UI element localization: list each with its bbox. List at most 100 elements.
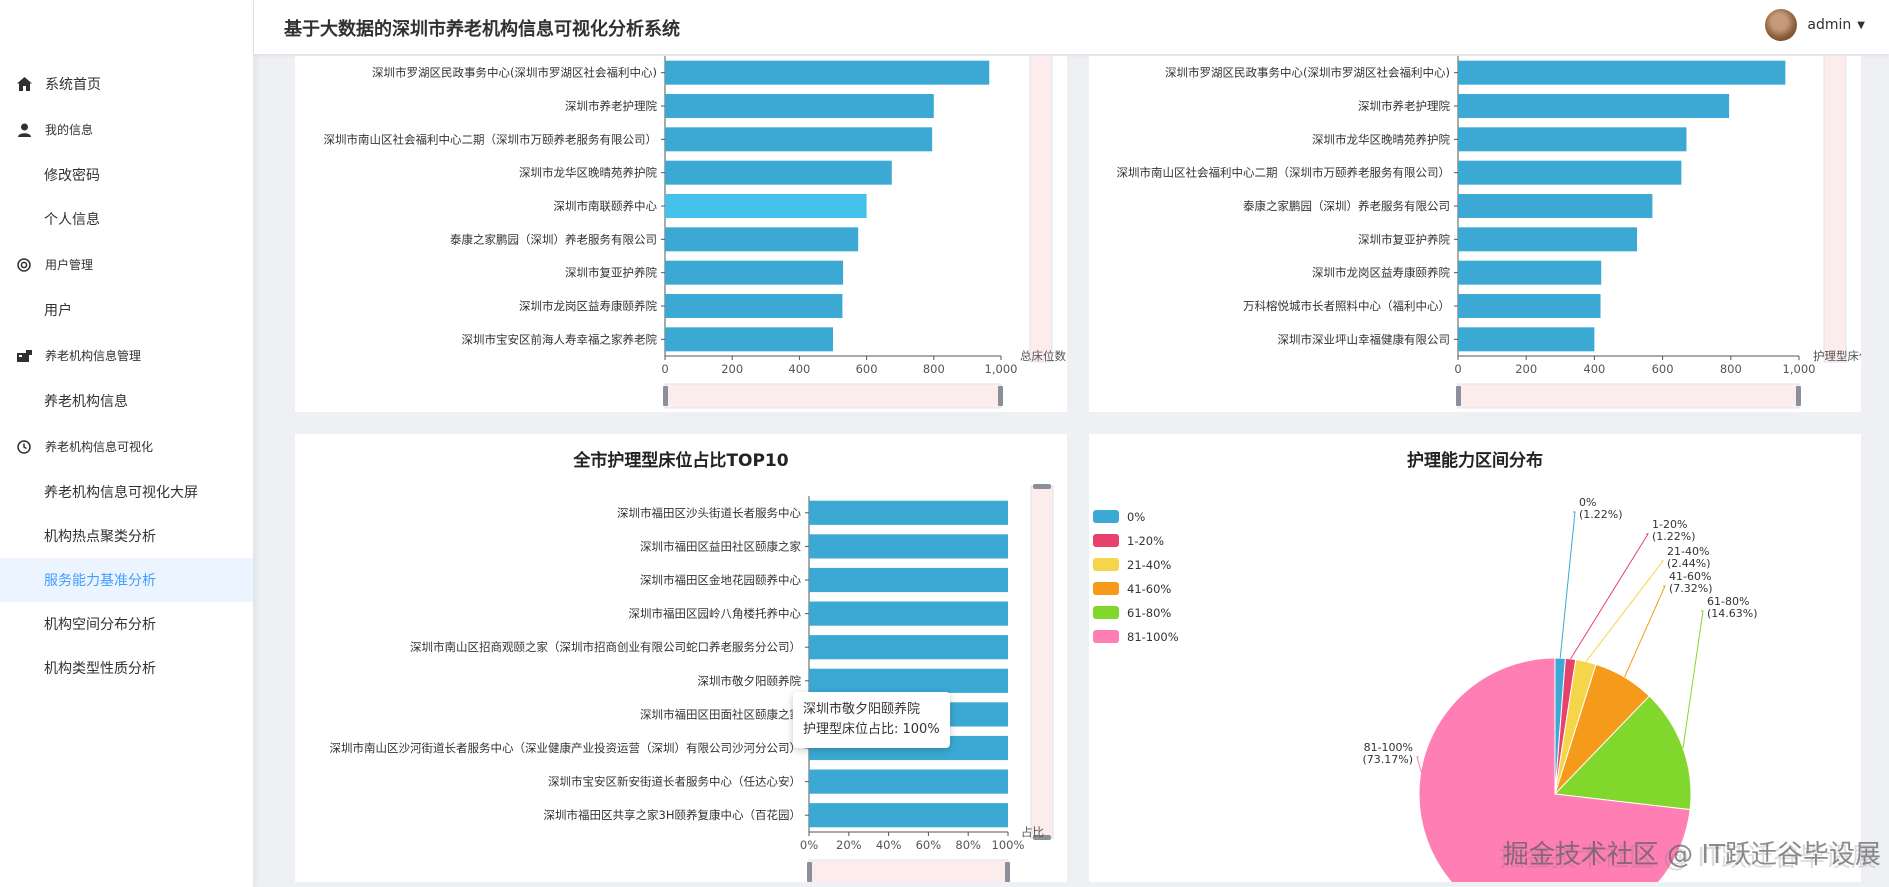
category-label-8: 深圳市宝安区新安街道长者服务中心（任达心安） [548, 775, 801, 789]
category-label-3: 深圳市龙华区晚晴苑养护院 [519, 166, 657, 180]
bar-7[interactable] [1458, 294, 1601, 318]
category-label-5: 泰康之家鹏园（深圳）养老服务有限公司 [450, 232, 657, 246]
category-label-6: 深圳市福田区田面社区颐康之家 [640, 707, 801, 721]
menu-group-briefcase-6[interactable]: 养老机构信息管理 [0, 332, 253, 379]
category-label-5: 深圳市敬夕阳颐养院 [698, 674, 802, 688]
category-label-7: 万科榕悦城市长者照料中心（福利中心） [1243, 299, 1450, 313]
top-header: 基于大数据的深圳市养老机构信息可视化分析系统 admin ▼ [254, 0, 1889, 54]
pie-label-pct-2: (2.44%) [1667, 557, 1711, 570]
user-menu[interactable]: admin ▼ [1765, 9, 1865, 41]
horizontal-zoom-handle-left[interactable] [663, 386, 668, 406]
category-label-6: 深圳市龙岗区益寿康颐养院 [1312, 266, 1450, 280]
menu-item-10[interactable]: 机构热点聚类分析 [0, 514, 253, 558]
bar-1[interactable] [809, 534, 1008, 559]
legend-swatch-0[interactable] [1093, 510, 1119, 523]
horizontal-zoom-handle-right[interactable] [1796, 386, 1801, 406]
bar-1[interactable] [665, 94, 934, 118]
horizontal-zoom-track [664, 383, 1002, 409]
horizontal-zoom-handle-left[interactable] [807, 862, 812, 882]
bar-8[interactable] [665, 327, 833, 352]
category-label-1: 深圳市养老护理院 [565, 99, 657, 113]
bar-8[interactable] [1458, 327, 1595, 352]
avatar[interactable] [1765, 9, 1798, 41]
total-beds-bar-chart: 深圳市罗湖区民政事务中心(深圳市罗湖区社会福利中心) 深圳市养老护理院深圳市南山区… [324, 56, 1066, 409]
bar-6[interactable] [665, 260, 844, 285]
pie-label-pct-1: (1.22%) [1652, 530, 1696, 543]
menu-group-user-1[interactable]: 我的信息 [0, 106, 253, 153]
category-label-8: 深圳市深业坪山幸福健康有限公司 [1278, 332, 1451, 346]
bar-0[interactable] [665, 60, 990, 85]
menu-label: 我的信息 [45, 123, 94, 137]
menu-item-9[interactable]: 养老机构信息可视化大屏 [0, 470, 253, 514]
menu-group-circle-4[interactable]: 用户管理 [0, 241, 253, 288]
bar-2[interactable] [809, 567, 1008, 593]
menu-item-2[interactable]: 修改密码 [0, 153, 253, 197]
x-tick-label-2: 40% [876, 838, 902, 852]
x-tick-label-3: 600 [1652, 362, 1674, 376]
pie-label-pct-3: (7.32%) [1669, 582, 1713, 595]
vertical-zoom-handle-top[interactable] [1033, 484, 1051, 489]
vertical-zoom-track [1029, 56, 1053, 363]
menu-item-0[interactable]: 系统首页 [0, 62, 253, 106]
bar-5[interactable] [665, 227, 859, 252]
bar-0[interactable] [1458, 60, 1786, 85]
bar-6[interactable] [1458, 260, 1602, 285]
x-tick-label-4: 800 [1720, 362, 1742, 376]
bar-2[interactable] [665, 127, 933, 152]
bar-8[interactable] [809, 769, 1008, 794]
x-tick-label-1: 200 [721, 362, 743, 376]
app-title: 基于大数据的深圳市养老机构信息可视化分析系统 [284, 19, 680, 40]
horizontal-zoom-handle-right[interactable] [1005, 862, 1010, 882]
category-label-2: 深圳市龙华区晚晴苑养护院 [1312, 132, 1450, 146]
pie-label-line-0 [1559, 511, 1576, 659]
category-label-4: 泰康之家鹏园（深圳）养老服务有限公司 [1243, 199, 1450, 213]
menu-item-12[interactable]: 机构空间分布分析 [0, 602, 253, 646]
menu-label: 机构热点聚类分析 [44, 529, 156, 545]
bar-2[interactable] [1458, 127, 1687, 152]
bar-5[interactable] [1458, 227, 1638, 252]
category-label-6: 深圳市复亚护养院 [565, 266, 657, 280]
horizontal-zoom-handle-right[interactable] [998, 386, 1003, 406]
pie-label-line-2 [1585, 560, 1665, 662]
bar-3[interactable] [665, 160, 892, 185]
tooltip-value: 护理型床位占比: 100% [803, 722, 940, 737]
x-tick-label-3: 60% [916, 838, 942, 852]
menu-item-7[interactable]: 养老机构信息 [0, 379, 253, 423]
category-label-1: 深圳市养老护理院 [1358, 99, 1450, 113]
menu-item-3[interactable]: 个人信息 [0, 197, 253, 241]
bar-1[interactable] [1458, 94, 1730, 118]
bar-4[interactable] [809, 635, 1008, 660]
category-label-7: 深圳市南山区沙河街道长者服务中心（深业健康产业投资运营（深圳）有限公司沙河分公司… [330, 741, 802, 755]
bar-4[interactable] [1458, 194, 1653, 218]
menu-label: 养老机构信息可视化大屏 [44, 485, 198, 501]
menu-label: 养老机构信息管理 [45, 349, 142, 363]
x-tick-label-2: 400 [788, 362, 810, 376]
legend-swatch-5[interactable] [1093, 630, 1119, 643]
nursing-ratio-bar-chart: 深圳市福田区沙头街道长者服务中心深圳市福田区益田社区颐康之家深圳市福田区金地花园… [330, 484, 1054, 882]
chart-panel-capability-distribution: 护理能力区间分布 0% 1-20% 21-40% 41-60% 61-80% 81-100… [1089, 434, 1861, 882]
x-axis-name: 总床位数 [1020, 349, 1066, 363]
bar-4[interactable] [665, 194, 867, 218]
menu-item-5[interactable]: 用户 [0, 288, 253, 332]
menu-item-13[interactable]: 机构类型性质分析 [0, 646, 253, 690]
legend-swatch-3[interactable] [1093, 582, 1119, 595]
legend-swatch-1[interactable] [1093, 534, 1119, 547]
legend-label-5: 81-100% [1127, 630, 1179, 644]
menu-label: 机构空间分布分析 [44, 617, 156, 633]
legend-swatch-4[interactable] [1093, 606, 1119, 619]
horizontal-zoom-handle-left[interactable] [1456, 386, 1461, 406]
bar-9[interactable] [809, 803, 1008, 828]
bar-3[interactable] [809, 601, 1008, 626]
menu-group-clock-8[interactable]: 养老机构信息可视化 [0, 423, 253, 470]
x-tick-label-4: 80% [955, 838, 981, 852]
menu-item-11[interactable]: 服务能力基准分析 [0, 558, 253, 602]
bar-3[interactable] [1458, 160, 1682, 185]
legend-swatch-2[interactable] [1093, 558, 1119, 571]
caret-down-icon[interactable]: ▼ [1857, 20, 1865, 31]
bar-0[interactable] [809, 500, 1008, 525]
x-tick-label-5: 100% [992, 838, 1025, 852]
bar-7[interactable] [665, 294, 843, 318]
username[interactable]: admin [1807, 17, 1851, 33]
bar-5[interactable] [809, 668, 1008, 693]
category-label-3: 深圳市南山区社会福利中心二期（深圳市万颐养老服务有限公司） [1117, 166, 1451, 180]
